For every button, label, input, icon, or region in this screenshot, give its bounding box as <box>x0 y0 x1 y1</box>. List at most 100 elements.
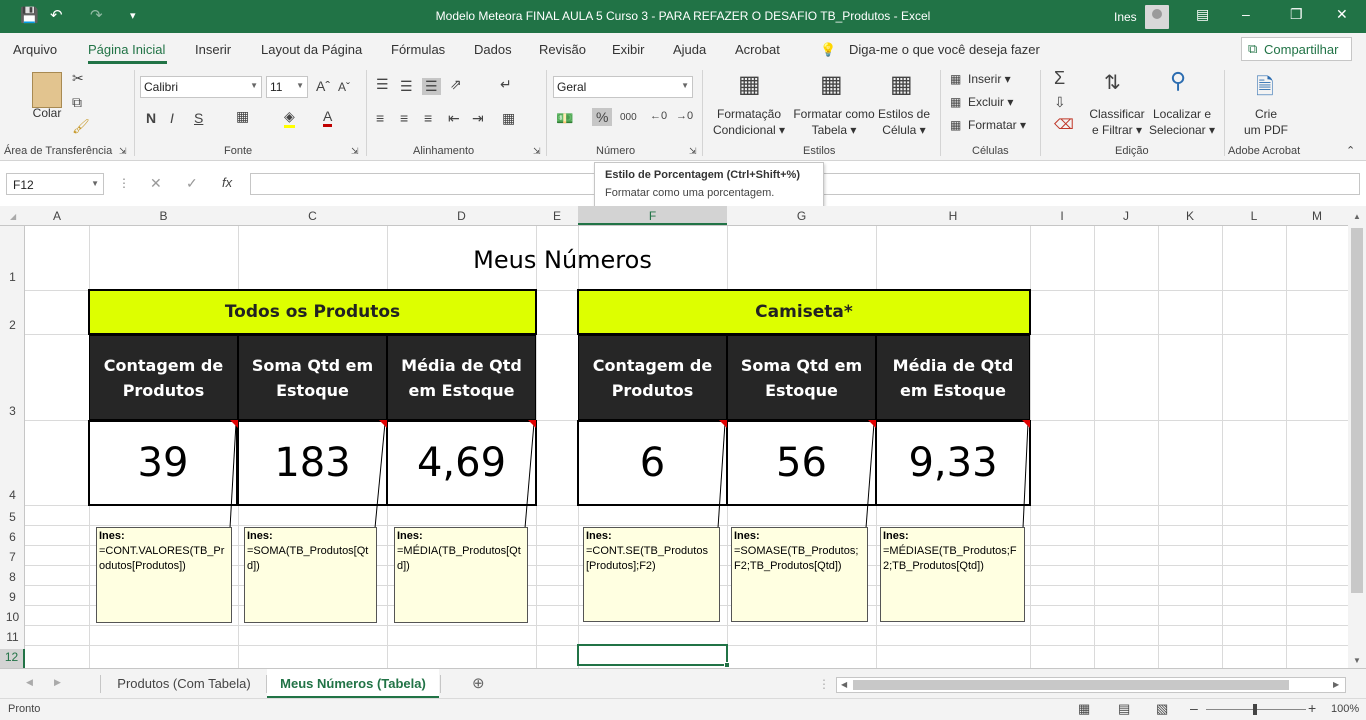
next-sheet-icon[interactable]: ▶ <box>54 677 61 688</box>
column-header[interactable]: C <box>238 209 387 223</box>
accounting-format-icon[interactable]: 💵 <box>556 110 573 127</box>
delete-cells-button[interactable]: Excluir ▾ <box>968 95 1013 109</box>
wrap-text-icon[interactable]: ↵ <box>500 76 512 93</box>
sheet-tab[interactable]: Produtos (Com Tabela) <box>103 669 265 699</box>
zoom-slider-thumb[interactable] <box>1253 704 1257 715</box>
insert-cells-icon[interactable]: ▦ <box>950 72 961 86</box>
row-header[interactable]: 5 <box>0 510 25 524</box>
add-sheet-icon[interactable]: ⊕ <box>472 674 485 692</box>
decrease-font-icon[interactable]: Aˇ <box>338 80 350 94</box>
select-all-icon[interactable]: ◢ <box>10 212 16 221</box>
tab-exibir[interactable]: Exibir <box>612 42 645 57</box>
clear-icon[interactable]: ⌫ <box>1054 116 1074 133</box>
restore-icon[interactable]: ❐ <box>1290 6 1303 23</box>
tab-revisao[interactable]: Revisão <box>539 42 586 57</box>
scroll-left-icon[interactable]: ◀ <box>841 680 847 689</box>
column-header[interactable]: D <box>387 209 536 223</box>
align-right-icon[interactable]: ≡ <box>424 110 432 126</box>
tab-ajuda[interactable]: Ajuda <box>673 42 706 57</box>
tab-arquivo[interactable]: Arquivo <box>13 42 57 57</box>
font-name-combo[interactable]: Calibri ▼ <box>140 76 262 98</box>
scroll-down-icon[interactable]: ▼ <box>1353 656 1361 665</box>
ribbon-display-icon[interactable]: ▤ <box>1196 6 1209 23</box>
find-select-button[interactable]: Localizar e Selecionar ▾ <box>1148 106 1216 138</box>
row-header[interactable]: 10 <box>0 610 25 624</box>
format-as-table-button[interactable]: Formatar como Tabela ▾ <box>790 106 878 138</box>
vertical-scrollbar[interactable]: ▲ ▼ <box>1348 206 1366 668</box>
format-painter-icon[interactable]: 🖌 <box>72 118 90 135</box>
fill-color-icon[interactable]: ◈ <box>284 108 295 128</box>
number-format-combo[interactable]: Geral ▼ <box>553 76 693 98</box>
row-header[interactable]: 1 <box>0 270 25 284</box>
tab-acrobat[interactable]: Acrobat <box>735 42 780 57</box>
column-header[interactable]: A <box>25 209 89 223</box>
italic-button[interactable]: I <box>170 110 174 126</box>
tab-layout[interactable]: Layout da Página <box>261 42 362 57</box>
minimize-icon[interactable]: – <box>1242 6 1250 22</box>
row-header[interactable]: 6 <box>0 530 25 544</box>
cut-icon[interactable]: ✂ <box>72 70 84 87</box>
align-middle-icon[interactable]: ☰ <box>400 78 413 95</box>
number-launcher-icon[interactable]: ⇲ <box>689 146 697 157</box>
cell-comment[interactable]: Ines: =SOMASE(TB_Produtos;F2;TB_Produtos[… <box>731 527 868 622</box>
align-bottom-icon[interactable]: ☰ <box>422 78 441 95</box>
decrease-decimal-icon[interactable]: →0 <box>676 110 693 122</box>
increase-decimal-icon[interactable]: ←0 <box>650 110 667 122</box>
normal-view-icon[interactable]: ▦ <box>1078 701 1090 717</box>
increase-font-icon[interactable]: Aˆ <box>316 78 330 94</box>
scroll-right-icon[interactable]: ▶ <box>1333 680 1339 689</box>
column-header[interactable]: J <box>1094 209 1158 223</box>
font-size-combo[interactable]: 11 ▼ <box>266 76 308 98</box>
cell-comment[interactable]: Ines: =SOMA(TB_Produtos[Qtd]) <box>244 527 377 623</box>
dialog-launcher-icon[interactable]: ⇲ <box>119 146 127 157</box>
paste-icon[interactable] <box>32 72 62 108</box>
prev-sheet-icon[interactable]: ◀ <box>26 677 33 688</box>
column-header[interactable]: I <box>1030 209 1094 223</box>
tab-split-icon[interactable]: ⋮ <box>818 677 830 691</box>
delete-cells-icon[interactable]: ▦ <box>950 95 961 109</box>
cell-comment[interactable]: Ines: =MÉDIA(TB_Produtos[Qtd]) <box>394 527 528 623</box>
cell-comment[interactable]: Ines: =MÉDIASE(TB_Produtos;F2;TB_Produtos… <box>880 527 1025 622</box>
selected-cell[interactable] <box>577 644 728 666</box>
conditional-format-button[interactable]: Formatação Condicional ▾ <box>712 106 786 138</box>
enter-icon[interactable]: ✓ <box>186 175 198 192</box>
row-header[interactable]: 8 <box>0 570 25 584</box>
zoom-level[interactable]: 100% <box>1331 703 1359 715</box>
borders-icon[interactable]: ▦ <box>236 108 249 125</box>
decrease-indent-icon[interactable]: ⇤ <box>448 110 460 127</box>
underline-button[interactable]: S <box>194 110 203 126</box>
increase-indent-icon[interactable]: ⇥ <box>472 110 484 127</box>
orientation-icon[interactable]: ⇗ <box>450 76 462 93</box>
autosum-icon[interactable]: Σ <box>1054 68 1065 89</box>
cell-comment[interactable]: Ines: =CONT.VALORES(TB_Produtos[Produtos]… <box>96 527 232 623</box>
row-header[interactable]: 11 <box>0 630 25 644</box>
column-header[interactable]: M <box>1286 209 1348 223</box>
find-select-icon[interactable]: ⚲ <box>1170 68 1186 94</box>
align-top-icon[interactable]: ☰ <box>376 76 389 93</box>
pdf-icon[interactable]: 🗎 <box>1256 70 1274 108</box>
bold-button[interactable]: N <box>146 110 156 126</box>
scroll-up-icon[interactable]: ▲ <box>1353 212 1361 221</box>
insert-cells-button[interactable]: Inserir ▾ <box>968 72 1011 86</box>
sheet-tab-active[interactable]: Meus Números (Tabela) <box>267 669 439 699</box>
page-layout-icon[interactable]: ▤ <box>1118 701 1130 717</box>
avatar[interactable] <box>1145 5 1169 29</box>
paste-button[interactable]: Colar <box>30 106 64 120</box>
column-header[interactable]: K <box>1158 209 1222 223</box>
zoom-in-icon[interactable]: + <box>1308 700 1316 716</box>
cell-styles-icon[interactable]: ▦ <box>890 70 913 99</box>
merge-center-icon[interactable]: ▦ <box>502 110 515 127</box>
row-header[interactable]: 9 <box>0 590 25 604</box>
worksheet-grid[interactable]: Meus Números Todos os Produtos Contagem … <box>25 226 1348 668</box>
column-header-selected[interactable]: F <box>578 206 727 225</box>
hscroll-thumb[interactable] <box>853 680 1289 690</box>
row-header[interactable]: 4 <box>0 488 25 502</box>
zoom-out-icon[interactable]: – <box>1190 700 1198 716</box>
insert-function-icon[interactable]: fx <box>222 175 232 190</box>
page-break-icon[interactable]: ▧ <box>1156 701 1168 717</box>
cell-styles-button[interactable]: Estilos de Célula ▾ <box>876 106 932 138</box>
comma-style-button[interactable]: 000 <box>620 112 637 123</box>
create-pdf-button[interactable]: Crie um PDF <box>1236 106 1296 138</box>
cancel-icon[interactable]: ✕ <box>150 175 162 192</box>
column-header[interactable]: G <box>727 209 876 223</box>
